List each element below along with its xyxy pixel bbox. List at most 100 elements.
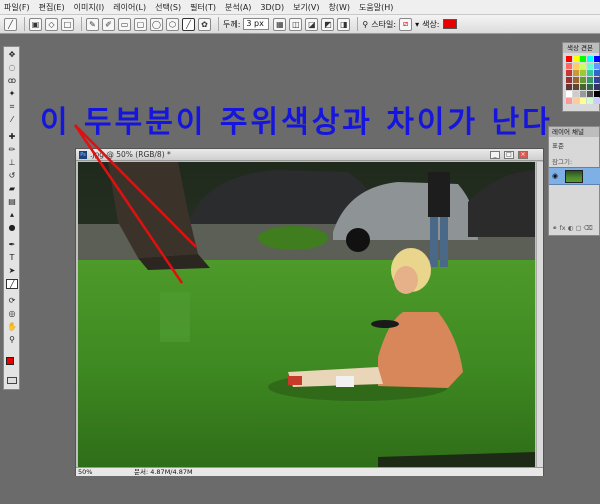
polygon-icon[interactable]: ⬡ (166, 17, 179, 31)
color-swatch[interactable] (442, 19, 457, 29)
swatch-color[interactable] (580, 70, 586, 76)
swatch-color[interactable] (566, 77, 572, 83)
menu-edit[interactable]: 편집(E) (39, 2, 65, 13)
swatch-color[interactable] (594, 77, 600, 83)
swatch-color[interactable] (573, 84, 579, 90)
layers-panel-tabs[interactable]: 레이어 채널 (549, 127, 599, 137)
swatch-color[interactable] (587, 77, 593, 83)
swatch-color[interactable] (566, 91, 572, 97)
menu-layer[interactable]: 레이어(L) (113, 2, 146, 13)
crop-tool-icon[interactable]: ⌗ (6, 102, 18, 112)
exclude-area-icon[interactable]: ◨ (337, 17, 351, 31)
type-tool-icon[interactable]: T (6, 253, 18, 263)
menu-view[interactable]: 보기(V) (293, 2, 319, 13)
3d-camera-tool-icon[interactable]: ◎ (6, 309, 18, 319)
swatch-color[interactable] (594, 98, 600, 104)
menu-image[interactable]: 이미지(I) (74, 2, 105, 13)
style-picker-icon[interactable]: ⧄ (399, 17, 413, 31)
intersect-area-icon[interactable]: ◩ (321, 17, 335, 31)
image-canvas[interactable] (78, 162, 535, 468)
shape-layers-icon[interactable]: ▣ (29, 17, 42, 31)
swatch-color[interactable] (580, 77, 586, 83)
minimize-icon[interactable]: _ (490, 151, 500, 159)
custom-shape-icon[interactable]: ✿ (198, 17, 211, 31)
swatch-color[interactable] (580, 91, 586, 97)
link-icon[interactable]: ⚲ (362, 20, 368, 29)
layer-row[interactable]: ◉ (549, 167, 600, 185)
move-tool-icon[interactable]: ✥ (6, 50, 18, 60)
chevron-down-icon[interactable]: ▾ (415, 20, 419, 29)
quick-mask-icon[interactable] (7, 377, 17, 384)
swatch-color[interactable] (566, 98, 572, 104)
pen-tool-icon[interactable]: ✒ (6, 240, 18, 250)
swatch-color[interactable] (580, 63, 586, 69)
layer-panel-footer-icons[interactable]: ⚭ fx ◐ ▢ ⌫ (552, 224, 593, 232)
zoom-tool-icon[interactable]: ⚲ (6, 335, 18, 345)
eye-icon[interactable]: ◉ (552, 172, 560, 180)
ellipse-icon[interactable]: ◯ (150, 17, 163, 31)
line-tool-icon[interactable]: ╱ (6, 279, 18, 289)
swatch-color[interactable] (573, 56, 579, 62)
maximize-icon[interactable]: □ (504, 151, 514, 159)
clone-stamp-tool-icon[interactable]: ⊥ (6, 158, 18, 168)
blend-mode-select[interactable]: 표준 (552, 140, 564, 150)
line-icon[interactable]: ╱ (182, 17, 195, 31)
swatch-color[interactable] (566, 63, 572, 69)
zoom-level[interactable]: 50% (78, 468, 92, 477)
swatch-color[interactable] (573, 98, 579, 104)
menu-filter[interactable]: 필터(T) (190, 2, 216, 13)
swatches-panel-tabs[interactable]: 색상 견본 (563, 43, 599, 53)
eyedropper-tool-icon[interactable]: ⁄ (6, 115, 18, 125)
swatch-color[interactable] (566, 84, 572, 90)
document-info[interactable]: 문서: 4.87M/4.87M (134, 468, 193, 477)
swatch-color[interactable] (573, 91, 579, 97)
swatch-color[interactable] (594, 56, 600, 62)
new-layer-icon[interactable]: ▦ (273, 17, 287, 31)
marquee-tool-icon[interactable]: ◌ (6, 63, 18, 73)
swatch-color[interactable] (566, 70, 572, 76)
subtract-area-icon[interactable]: ◪ (305, 17, 319, 31)
swatch-color[interactable] (580, 98, 586, 104)
swatch-color[interactable] (587, 91, 593, 97)
brush-tool-icon[interactable]: ✏ (6, 145, 18, 155)
close-icon[interactable]: × (518, 151, 528, 159)
healing-brush-tool-icon[interactable]: ✚ (6, 132, 18, 142)
swatch-color[interactable] (580, 84, 586, 90)
swatch-color[interactable] (587, 70, 593, 76)
swatch-color[interactable] (594, 63, 600, 69)
menu-select[interactable]: 선택(S) (155, 2, 181, 13)
add-to-area-icon[interactable]: ◫ (289, 17, 303, 31)
swatch-color[interactable] (594, 70, 600, 76)
gradient-tool-icon[interactable]: ▤ (6, 197, 18, 207)
pen-icon[interactable]: ✎ (86, 17, 99, 31)
freeform-pen-icon[interactable]: ✐ (102, 17, 115, 31)
swatch-color[interactable] (580, 56, 586, 62)
vertical-scrollbar[interactable] (536, 162, 543, 467)
swatch-color[interactable] (566, 56, 572, 62)
foreground-color-swatch[interactable] (6, 357, 14, 365)
line-tool-preset-icon[interactable]: ╱ (4, 17, 17, 31)
menu-analysis[interactable]: 분석(A) (225, 2, 251, 13)
fill-pixels-icon[interactable]: □ (61, 17, 74, 31)
rectangle-icon[interactable]: ▭ (118, 17, 131, 31)
3d-rotate-tool-icon[interactable]: ⟳ (6, 296, 18, 306)
menu-3d[interactable]: 3D(D) (260, 3, 284, 12)
width-input[interactable]: 3 px (243, 18, 270, 30)
blur-tool-icon[interactable]: ▴ (6, 210, 18, 220)
swatch-color[interactable] (573, 70, 579, 76)
swatch-grid[interactable] (566, 56, 600, 110)
swatch-color[interactable] (573, 77, 579, 83)
swatch-color[interactable] (587, 63, 593, 69)
swatch-color[interactable] (587, 84, 593, 90)
swatch-color[interactable] (573, 63, 579, 69)
magic-wand-tool-icon[interactable]: ✦ (6, 89, 18, 99)
swatch-color[interactable] (587, 56, 593, 62)
lasso-tool-icon[interactable]: ꝏ (6, 76, 18, 86)
paths-icon[interactable]: ◇ (45, 17, 58, 31)
history-brush-tool-icon[interactable]: ↺ (6, 171, 18, 181)
eraser-tool-icon[interactable]: ▰ (6, 184, 18, 194)
menu-help[interactable]: 도움말(H) (359, 2, 393, 13)
swatch-color[interactable] (587, 98, 593, 104)
dodge-tool-icon[interactable]: ● (6, 223, 18, 233)
menu-file[interactable]: 파일(F) (4, 2, 30, 13)
